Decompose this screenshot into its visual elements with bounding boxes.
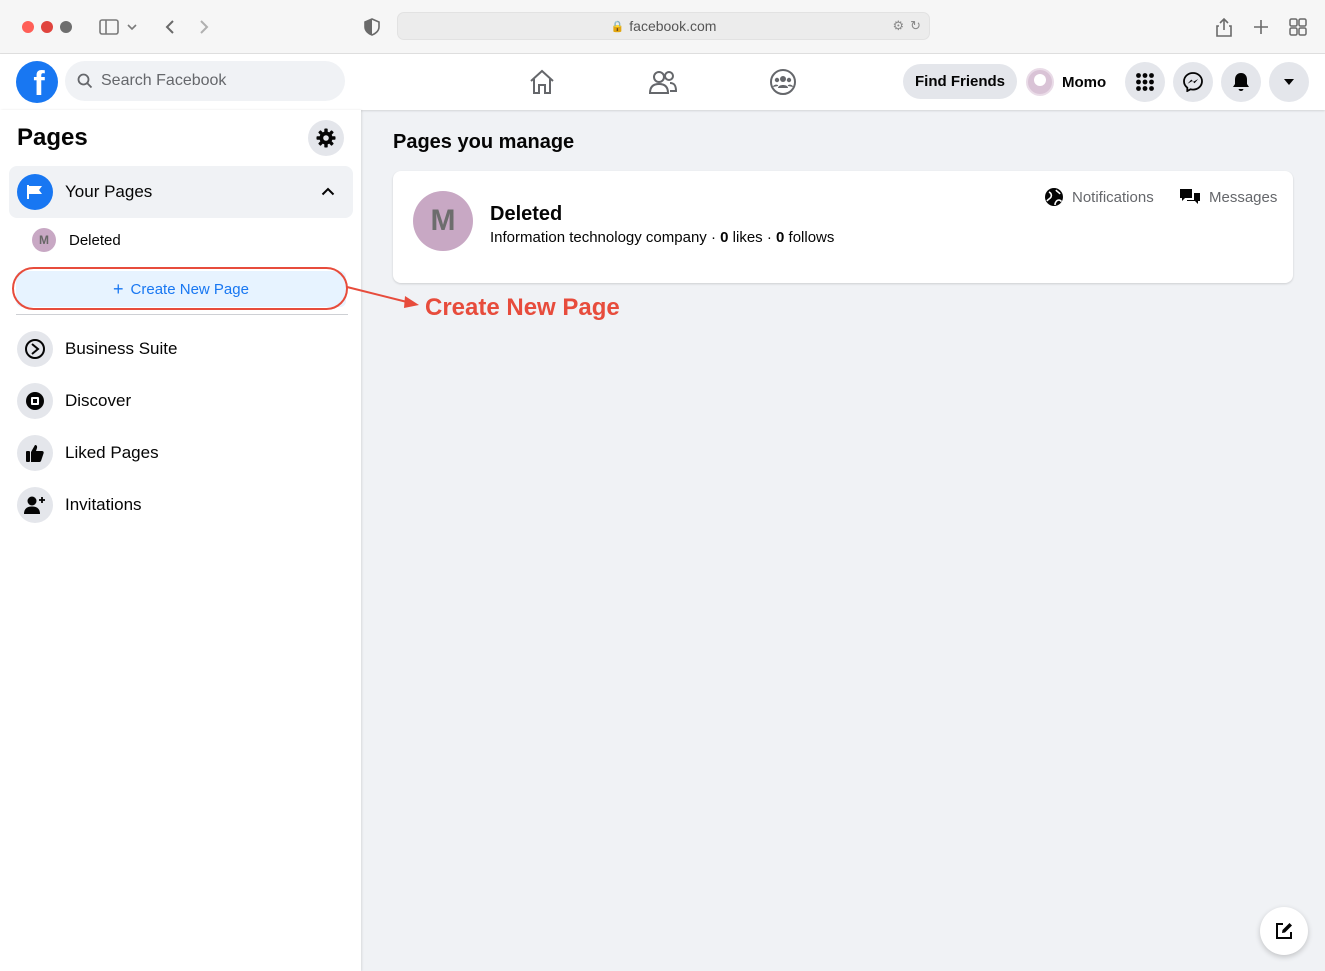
chat-bubbles-icon — [1180, 189, 1200, 204]
profile-name: Momo — [1062, 73, 1107, 91]
new-message-button[interactable] — [1260, 907, 1308, 955]
sidebar-item-discover[interactable]: Discover — [17, 382, 131, 420]
pages-sidebar: Pages Your Pages M Deleted + Create New … — [0, 110, 361, 971]
sidebar-item-invitations[interactable]: Invitations — [17, 486, 142, 524]
sidebar-item-label: Invitations — [65, 495, 142, 514]
page-category: Information technology company — [490, 229, 707, 246]
messages-label: Messages — [1209, 188, 1278, 206]
your-pages-label: Your Pages — [65, 182, 153, 201]
create-new-page-button[interactable]: + Create New Page — [16, 271, 346, 307]
search-box[interactable] — [65, 61, 345, 101]
plus-icon: + — [113, 279, 124, 299]
gear-icon — [316, 128, 336, 148]
page-title: Pages you manage — [393, 131, 575, 153]
search-input[interactable] — [101, 72, 321, 90]
page-avatar: M — [413, 191, 473, 251]
settings-button[interactable] — [308, 120, 344, 156]
friends-icon[interactable] — [647, 66, 679, 98]
notifications-link[interactable]: Notifications — [1044, 187, 1154, 207]
annotation-arrow — [346, 286, 419, 308]
page-name[interactable]: Deleted — [490, 203, 562, 226]
business-suite-icon — [17, 331, 53, 367]
divider — [16, 314, 348, 315]
messenger-icon — [1183, 72, 1203, 92]
your-pages-section[interactable]: Your Pages — [9, 166, 353, 218]
compose-icon — [1276, 923, 1292, 939]
profile-button[interactable]: Momo — [1026, 64, 1106, 100]
forward-icon[interactable] — [191, 14, 217, 40]
sidebar-page-deleted[interactable]: M Deleted — [32, 228, 121, 252]
sidebar-page-name: Deleted — [69, 231, 121, 249]
minimize-window-button[interactable] — [41, 21, 53, 33]
address-bar[interactable]: 🔒 facebook.com ⚙ ↻ — [397, 12, 930, 40]
sidebar-item-label: Liked Pages — [65, 443, 159, 462]
reload-icon[interactable]: ↻ — [910, 18, 921, 34]
tab-overview-icon[interactable] — [1285, 14, 1311, 40]
privacy-shield-icon[interactable] — [359, 14, 385, 40]
facebook-header: f Find Friends Momo — [0, 54, 1325, 110]
page-avatar: M — [32, 228, 56, 252]
messenger-button[interactable] — [1173, 62, 1213, 102]
managed-page-card[interactable]: M Deleted Information technology company… — [393, 171, 1293, 283]
bell-icon — [1233, 73, 1249, 91]
chevron-down-icon[interactable] — [124, 14, 140, 40]
caret-down-icon — [1284, 79, 1294, 85]
home-icon[interactable] — [526, 66, 558, 98]
messages-link[interactable]: Messages — [1179, 187, 1277, 207]
search-icon — [77, 73, 93, 89]
annotation-label: Create New Page — [425, 294, 620, 321]
zoom-window-button[interactable] — [60, 21, 72, 33]
notifications-button[interactable] — [1221, 62, 1261, 102]
chevron-up-icon[interactable] — [321, 183, 335, 201]
url-text: facebook.com — [629, 18, 717, 34]
browser-toolbar: 🔒 facebook.com ⚙ ↻ — [0, 0, 1325, 54]
translate-icon[interactable]: ⚙ — [892, 18, 904, 34]
lock-icon: 🔒 — [610, 20, 625, 33]
thumbs-up-icon — [17, 435, 53, 471]
grid-icon — [1136, 73, 1154, 91]
account-menu-button[interactable] — [1269, 62, 1309, 102]
create-new-page-label: Create New Page — [130, 280, 249, 298]
sidebar-item-label: Business Suite — [65, 339, 178, 358]
sidebar-title: Pages — [17, 124, 88, 151]
globe-icon — [1045, 188, 1063, 206]
person-add-icon — [17, 487, 53, 523]
avatar — [1026, 68, 1054, 96]
back-icon[interactable] — [157, 14, 183, 40]
discover-icon — [17, 383, 53, 419]
new-tab-icon[interactable] — [1248, 14, 1274, 40]
notifications-label: Notifications — [1072, 188, 1154, 206]
groups-icon[interactable] — [767, 66, 799, 98]
sidebar-toggle-icon[interactable] — [96, 14, 122, 40]
share-icon[interactable] — [1211, 14, 1237, 40]
sidebar-item-label: Discover — [65, 391, 132, 410]
facebook-logo-icon[interactable]: f — [16, 61, 58, 103]
close-window-button[interactable] — [22, 21, 34, 33]
menu-grid-button[interactable] — [1125, 62, 1165, 102]
find-friends-button[interactable]: Find Friends — [903, 64, 1017, 99]
sidebar-item-business-suite[interactable]: Business Suite — [17, 330, 177, 368]
flag-icon — [17, 174, 53, 210]
sidebar-item-liked-pages[interactable]: Liked Pages — [17, 434, 159, 472]
page-meta: Information technology company · 0 likes… — [490, 229, 835, 246]
